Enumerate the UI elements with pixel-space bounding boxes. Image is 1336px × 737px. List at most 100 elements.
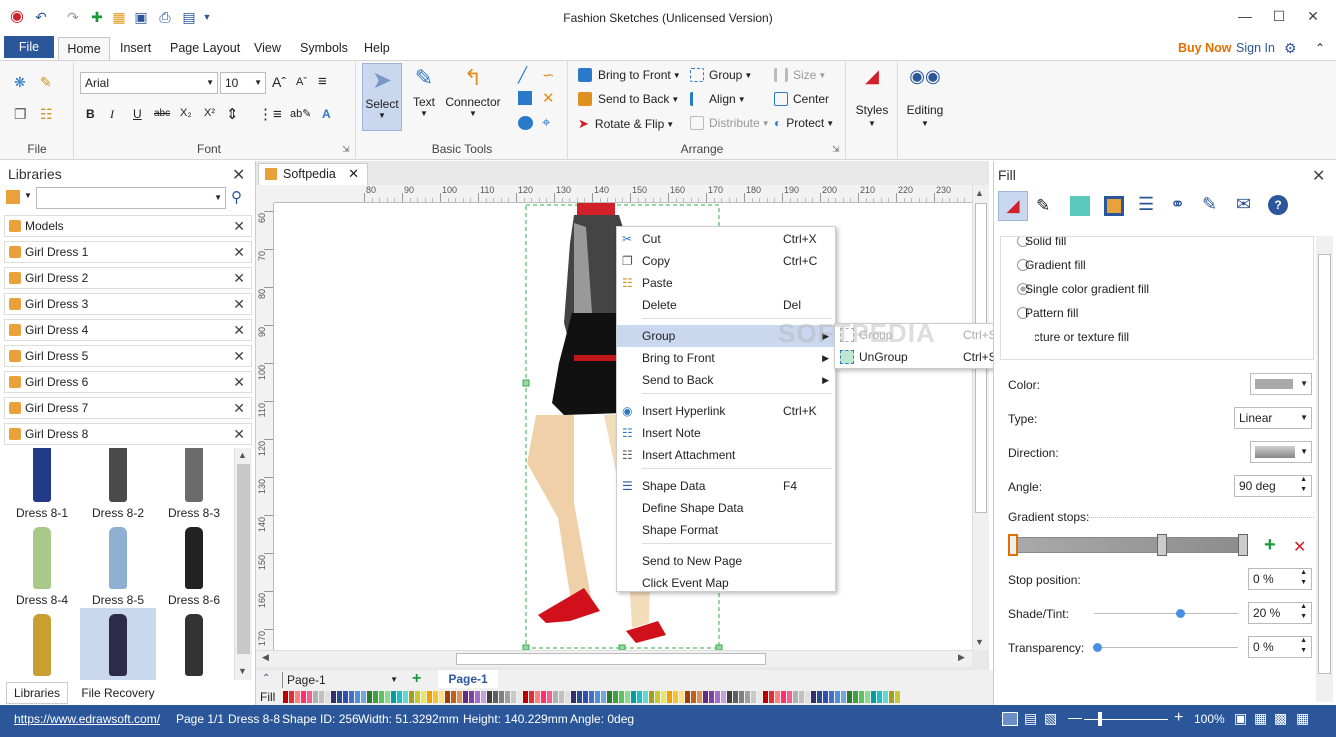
connector-button[interactable]: ↰ Connector ▼ (444, 63, 502, 131)
library-close-icon[interactable]: ✕ (233, 242, 245, 262)
font-size-combo[interactable]: 10 ▼ (220, 72, 266, 94)
open-icon[interactable]: ▦ (110, 8, 128, 26)
color-swatch[interactable] (601, 691, 606, 703)
context-menu-item[interactable]: ◉ Insert Hyperlink Ctrl+K (617, 400, 835, 422)
attachment-tab-icon[interactable]: ✎ (1202, 194, 1217, 215)
library-item[interactable]: Girl Dress 6 ✕ (4, 371, 252, 393)
library-item[interactable]: Girl Dress 3 ✕ (4, 293, 252, 315)
strikethrough-icon[interactable]: abc (154, 108, 170, 119)
context-menu-item[interactable]: Define Shape Data (617, 497, 835, 519)
context-menu-item[interactable]: Send to New Page (617, 550, 835, 572)
color-swatch[interactable] (475, 691, 480, 703)
angle-input[interactable]: 90 deg ▲ ▼ (1234, 475, 1312, 497)
color-swatch[interactable] (895, 691, 900, 703)
context-menu-item[interactable]: Send to Back ▶ (617, 369, 835, 391)
zoom-out-icon[interactable]: — (1068, 709, 1082, 725)
color-swatch[interactable] (511, 691, 516, 703)
gradient-stop-2[interactable] (1157, 534, 1167, 556)
text-button[interactable]: ✎ Text ▼ (404, 63, 444, 131)
gradient-stops-bar[interactable] (1010, 537, 1248, 553)
color-swatch[interactable] (373, 691, 378, 703)
color-swatch[interactable] (379, 691, 384, 703)
color-swatch[interactable] (643, 691, 648, 703)
crosshair-tool-icon[interactable]: ✕ (542, 89, 555, 107)
library-item[interactable]: Models ✕ (4, 215, 252, 237)
color-swatch[interactable] (541, 691, 546, 703)
scroll-down-icon[interactable]: ▼ (238, 666, 247, 676)
curve-tool-icon[interactable]: ∽ (542, 66, 555, 84)
distribute-button[interactable]: Distribute ▼ (690, 116, 770, 130)
color-swatch[interactable] (481, 691, 486, 703)
text-format-tab-icon[interactable]: ☰ (1138, 194, 1154, 215)
canvas-hscroll-thumb[interactable] (456, 653, 766, 665)
line-tool-icon[interactable]: ╱ (518, 66, 527, 84)
send-to-back-button[interactable]: Send to Back ▼ (578, 92, 679, 106)
color-swatch[interactable] (559, 691, 564, 703)
scroll-down-icon[interactable]: ▼ (975, 637, 984, 647)
libraries-close-icon[interactable]: ✕ (232, 165, 245, 185)
color-swatch[interactable] (319, 691, 324, 703)
color-swatch[interactable] (589, 691, 594, 703)
tab-insert[interactable]: Insert (110, 36, 161, 60)
brush-icon[interactable]: ✎ (40, 74, 52, 91)
protect-button[interactable]: ◐ Protect ▼ (774, 116, 834, 130)
line-tab-icon[interactable]: ✎ (1036, 196, 1050, 216)
library-item[interactable]: Girl Dress 7 ✕ (4, 397, 252, 419)
fit-width-icon[interactable]: ▦ (1254, 710, 1267, 727)
crop-tool-icon[interactable]: ⌖ (542, 114, 550, 131)
context-menu-item[interactable]: ☷ Paste (617, 272, 835, 294)
page-view-icon[interactable]: ▤ (1024, 710, 1037, 727)
color-swatch[interactable] (367, 691, 372, 703)
file-tab[interactable]: File (4, 36, 54, 58)
color-swatch[interactable] (817, 691, 822, 703)
library-scrollbar[interactable] (234, 448, 252, 680)
color-swatch[interactable] (751, 691, 756, 703)
library-menu-icon[interactable] (6, 190, 20, 204)
context-menu-item[interactable]: Delete Del (617, 294, 835, 316)
underline-icon[interactable]: U (133, 107, 142, 121)
zoom-slider-thumb[interactable] (1098, 712, 1102, 726)
color-swatch[interactable] (325, 691, 330, 703)
context-menu-item[interactable]: ✂ Cut Ctrl+X (617, 228, 835, 250)
paste-icon[interactable]: ☷ (40, 106, 53, 123)
minimize-button[interactable]: — (1231, 6, 1259, 26)
context-menu-item[interactable]: ☷ Insert Note (617, 422, 835, 444)
font-name-combo[interactable]: Arial ▼ (80, 72, 218, 94)
library-thumbnail[interactable]: Dress 8-2 (80, 448, 156, 520)
ellipse-tool-icon[interactable] (518, 116, 533, 130)
color-swatch[interactable] (799, 691, 804, 703)
help-icon[interactable]: ? (1268, 195, 1288, 215)
italic-icon[interactable]: I (110, 107, 114, 122)
color-swatch[interactable] (883, 691, 888, 703)
tab-home[interactable]: Home (58, 37, 110, 61)
color-swatch[interactable] (607, 691, 612, 703)
color-swatch[interactable] (397, 691, 402, 703)
shadow-tab-icon[interactable] (1070, 196, 1090, 216)
color-swatch[interactable] (529, 691, 534, 703)
fill-scroll-thumb[interactable] (1318, 254, 1331, 674)
library-thumbnail[interactable]: Dress 8-3 (156, 448, 232, 520)
color-swatch[interactable] (289, 691, 294, 703)
context-menu-item[interactable]: ❐ Copy Ctrl+C (617, 250, 835, 272)
status-url-link[interactable]: https://www.edrawsoft.com/ (14, 712, 160, 726)
library-item[interactable]: Girl Dress 8 ✕ (4, 423, 252, 445)
color-swatch[interactable] (565, 691, 570, 703)
gradient-stop-3[interactable] (1238, 534, 1248, 556)
library-thumbnail[interactable]: Dress 8-7 (4, 608, 80, 680)
new-icon[interactable]: ✚ (88, 8, 106, 26)
color-swatch[interactable] (661, 691, 666, 703)
color-swatch[interactable] (337, 691, 342, 703)
library-item[interactable]: Girl Dress 1 ✕ (4, 241, 252, 263)
color-swatch[interactable] (535, 691, 540, 703)
image-tab-icon[interactable] (1104, 196, 1124, 216)
color-swatch[interactable] (685, 691, 690, 703)
color-swatch[interactable] (631, 691, 636, 703)
zoom-slider-track[interactable] (1084, 719, 1168, 720)
grid-view-icon[interactable]: ▦ (1296, 710, 1309, 727)
color-swatch[interactable] (829, 691, 834, 703)
color-swatch[interactable] (415, 691, 420, 703)
comment-tab-icon[interactable]: ✉ (1236, 194, 1251, 215)
library-close-icon[interactable]: ✕ (233, 268, 245, 288)
color-swatch[interactable] (421, 691, 426, 703)
shade-slider-track[interactable] (1094, 609, 1238, 618)
